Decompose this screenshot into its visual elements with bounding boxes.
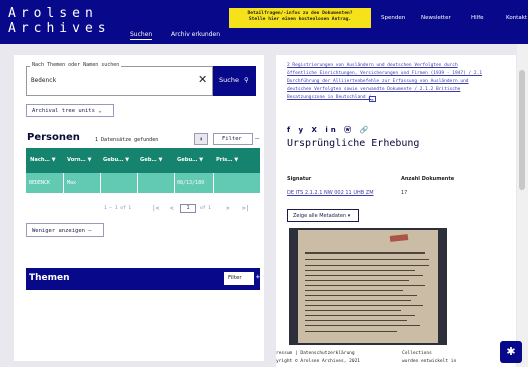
request-notice[interactable]: Detailfragen/-infos zu den Dokumenten? S… — [229, 8, 371, 28]
next-page-icon[interactable]: > — [226, 205, 230, 212]
search-legend: Nach Themen oder Namen suchen — [30, 62, 122, 68]
search-button[interactable]: Suche ⚲ — [213, 66, 256, 96]
copy-icon[interactable]: ≡ — [369, 96, 376, 102]
themen-title: Themen — [29, 273, 70, 283]
footer-developed: wurden entwickelt in — [402, 359, 457, 364]
prev-page-icon[interactable]: < — [170, 205, 174, 212]
table-header: Nach… ▼ Vorn… ▼ Gebu… ▼ Geb… ▼ Gebu… ▼ P… — [26, 148, 260, 173]
nav-newsletter[interactable]: Newsletter — [421, 15, 451, 21]
nav-kontakt[interactable]: Kontakt — [506, 15, 527, 21]
signatur-link[interactable]: DE ITS 2.1.2.1 NW 002 11 UHB ZM — [287, 190, 374, 196]
cookie-settings-icon[interactable]: ✱ — [500, 341, 522, 363]
last-page-icon[interactable]: >| — [242, 205, 249, 212]
col-nachname[interactable]: Nach… ▼ — [30, 157, 56, 163]
chevron-down-icon: ⌄ — [98, 108, 102, 114]
page-of: of 1 — [200, 206, 211, 211]
archival-tree-button[interactable]: Archival tree units ⌄ — [26, 104, 114, 117]
persons-title: Personen — [27, 132, 80, 143]
anzahl-value: 17 — [401, 190, 408, 196]
themen-filter-button[interactable]: Filter — [224, 272, 254, 285]
download-icon[interactable]: ⬇ — [194, 133, 208, 145]
search-icon: ⚲ — [244, 76, 249, 84]
first-page-icon[interactable]: |< — [152, 205, 159, 212]
page-number-input[interactable]: 1 — [180, 204, 196, 213]
document-image — [298, 230, 438, 343]
nav-spenden[interactable]: Spenden — [381, 15, 405, 21]
col-geburtsdatum[interactable]: Gebu… ▼ — [177, 157, 203, 163]
signatur-label: Signatur — [287, 176, 312, 182]
share-icons[interactable]: f y X in ⓦ 🔗 — [287, 125, 371, 135]
anzahl-label: Anzahl Dokumente — [401, 176, 455, 182]
tab-suchen[interactable]: Suchen — [130, 31, 153, 40]
footer-collections: Collections — [402, 351, 432, 356]
col-prisoner-nr[interactable]: Pris… ▼ — [216, 157, 238, 163]
persons-count: 1 Datensätze gefunden — [95, 137, 159, 143]
nav-hilfe[interactable]: Hilfe — [471, 15, 484, 21]
scrollbar-thumb[interactable] — [519, 70, 525, 190]
breadcrumb[interactable]: öffentliche Einrichtungen, Versicherunge… — [287, 71, 482, 76]
chevron-down-icon: ▾ — [347, 213, 351, 219]
col-geburtsname[interactable]: Gebu… ▼ — [103, 157, 129, 163]
breadcrumb[interactable]: Durchführung der Alliiertenbefehle zur E… — [287, 79, 469, 84]
show-metadata-button[interactable]: Zeige alle Metadaten ▾ — [287, 209, 359, 222]
themen-bar: Themen Filter + — [26, 268, 260, 290]
detail-title: Ursprüngliche Erhebung — [287, 138, 420, 149]
arolsen-logo[interactable]: Arolsen Archives — [8, 6, 111, 36]
footer: ressum | Datenschutzerklärung yright © A… — [276, 348, 516, 367]
filter-button[interactable]: Filter — [213, 133, 253, 145]
footer-copyright: yright © Arolsen Archives, 2021 — [276, 359, 360, 364]
col-vorname[interactable]: Vorn… ▼ — [67, 157, 92, 163]
footer-links[interactable]: ressum | Datenschutzerklärung — [276, 351, 355, 356]
pager-count: 1 – 1 of 1 — [104, 206, 132, 211]
col-geburtsort[interactable]: Geb… ▼ — [140, 157, 162, 163]
breadcrumb[interactable]: 2 Registrierungen von Ausländern und deu… — [287, 63, 458, 68]
close-icon[interactable]: ✕ — [198, 73, 207, 86]
tab-archiv-erkunden[interactable]: Archiv erkunden — [171, 31, 220, 38]
breadcrumb[interactable]: deutschen Verfolgten sowie verwandte Dok… — [287, 87, 460, 92]
collapse-icon[interactable]: – — [255, 134, 259, 142]
expand-icon[interactable]: + — [256, 273, 260, 281]
table-row[interactable]: BEDENCK Max 08/13/189 — [26, 173, 260, 193]
breadcrumb[interactable]: Besatzungszone in Deutschland / — [287, 95, 371, 100]
less-button[interactable]: Weniger anzeigen – — [26, 223, 104, 237]
search-value: Bedenck — [31, 77, 57, 84]
